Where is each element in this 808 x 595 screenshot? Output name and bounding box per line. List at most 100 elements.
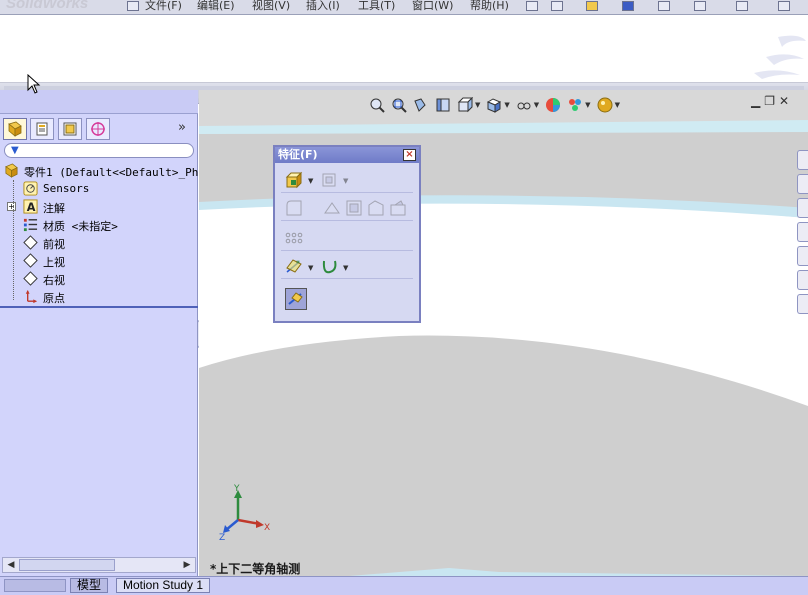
menu-window[interactable]: 窗口(W) (412, 0, 453, 13)
tree-item-sensors[interactable]: Sensors (0, 180, 198, 198)
tab-model[interactable]: 模型 (70, 578, 109, 593)
crosshair-icon (91, 122, 105, 136)
new-document-icon[interactable] (551, 1, 563, 11)
save-icon[interactable] (622, 1, 634, 11)
feature-row-2 (281, 197, 413, 221)
horizontal-scrollbar[interactable]: ◀ ▶ (2, 557, 196, 573)
tree-item-top-plane[interactable]: 上视 (0, 252, 198, 270)
heads-up-view-toolbar: ▼ ▼ ▼ ▼ ▼ (369, 96, 620, 114)
taskpane-resources-icon[interactable] (797, 174, 808, 194)
dropdown-arrow-icon[interactable]: ▼ (534, 101, 539, 109)
tree-item-material[interactable]: 材质 <未指定> (0, 216, 198, 234)
feature-toolbar-title[interactable]: 特征(F) (275, 147, 419, 163)
tree-item-right-plane[interactable]: 右视 (0, 270, 198, 288)
ds-logo-icon (754, 35, 806, 79)
tree-item-front-plane[interactable]: 前视 (0, 234, 198, 252)
svg-text:*: * (296, 259, 300, 268)
curves-icon[interactable] (321, 258, 339, 276)
annotation-icon: A (23, 199, 38, 214)
expand-tabs-button[interactable]: » (178, 120, 186, 135)
tab-scroll-controls[interactable] (4, 579, 66, 592)
zoom-area-icon[interactable] (391, 97, 407, 113)
menu-flyout-icon[interactable] (127, 1, 139, 11)
dropdown-arrow-icon[interactable]: ▼ (343, 177, 348, 185)
svg-text:A: A (27, 201, 36, 214)
scroll-thumb[interactable] (19, 559, 115, 571)
close-button[interactable]: × (403, 149, 416, 161)
section-view-icon[interactable] (435, 97, 451, 113)
menu-bar: SolidWorks 文件(F) 编辑(E) 视图(V) 插入(I) 工具(T)… (0, 0, 808, 15)
menu-edit[interactable]: 编辑(E) (197, 0, 235, 13)
dropdown-arrow-icon[interactable]: ▼ (615, 101, 620, 109)
taskpane-library-icon[interactable] (797, 198, 808, 218)
feature-row-4: * ▼ ▼ (281, 255, 413, 279)
dimxpert-tab[interactable] (86, 118, 110, 140)
dropdown-arrow-icon[interactable]: ▼ (504, 101, 509, 109)
display-style-icon[interactable] (486, 97, 502, 113)
select-icon[interactable] (736, 1, 748, 11)
view-settings-icon[interactable] (597, 97, 613, 113)
document-window-controls: ▁❐✕ (751, 94, 793, 108)
tree-item-label: 右视 (43, 274, 65, 287)
taskpane-explorer-icon[interactable] (797, 246, 808, 266)
triad-x-label: X (264, 523, 270, 533)
open-folder-icon[interactable] (586, 1, 598, 11)
rib-icon[interactable] (323, 199, 341, 217)
tree-filter-input[interactable]: ▼ (4, 143, 194, 158)
dropdown-arrow-icon[interactable]: ▼ (585, 101, 590, 109)
draft-icon[interactable] (367, 199, 385, 217)
tree-item-annotations[interactable]: + A 注解 (0, 198, 198, 216)
dome-icon[interactable] (389, 199, 407, 217)
previous-view-icon[interactable] (413, 97, 429, 113)
close-icon[interactable]: ✕ (779, 94, 793, 108)
scroll-left-icon[interactable]: ◀ (4, 559, 18, 571)
apply-scene-icon[interactable] (567, 97, 583, 113)
tree-root-part[interactable]: 零件1 (Default<<Default>_Ph (0, 162, 198, 180)
triad-y-label: Y (233, 484, 240, 494)
solidworks-window: SolidWorks 文件(F) 编辑(E) 视图(V) 插入(I) 工具(T)… (0, 0, 808, 595)
scroll-right-icon[interactable]: ▶ (180, 559, 194, 571)
dropdown-arrow-icon[interactable]: ▼ (308, 264, 313, 272)
linear-pattern-icon[interactable] (285, 230, 303, 248)
menu-tools[interactable]: 工具(T) (358, 0, 395, 13)
propertymanager-tab[interactable] (30, 118, 54, 140)
dropdown-arrow-icon[interactable]: ▼ (475, 101, 480, 109)
dropdown-arrow-icon[interactable]: ▼ (308, 177, 313, 185)
fillet-icon[interactable] (285, 199, 303, 217)
tree-item-origin[interactable]: 原点 (0, 288, 198, 306)
menu-view[interactable]: 视图(V) (252, 0, 290, 13)
pin-icon[interactable] (526, 1, 538, 11)
featuremanager-tab[interactable] (3, 118, 27, 140)
plane-icon (23, 235, 38, 250)
taskpane-toolbox-icon[interactable] (797, 222, 808, 242)
dropdown-arrow-icon[interactable]: ▼ (343, 264, 348, 272)
taskpane-appearances-icon[interactable] (797, 270, 808, 290)
taskpane-custom-properties-icon[interactable] (797, 294, 808, 314)
expand-plus-icon[interactable]: + (7, 202, 16, 211)
view-orientation-icon[interactable] (457, 97, 473, 113)
minimize-icon[interactable]: ▁ (751, 94, 764, 108)
reference-geometry-icon[interactable]: * (285, 258, 303, 276)
shell-icon[interactable] (345, 199, 363, 217)
tree-separator (0, 306, 198, 308)
tab-motion-study-1[interactable]: Motion Study 1 (116, 578, 211, 593)
zoom-to-fit-icon[interactable] (369, 97, 385, 113)
menu-insert[interactable]: 插入(I) (306, 0, 340, 13)
feature-row-3 (281, 227, 413, 251)
restore-icon[interactable]: ❐ (764, 94, 779, 108)
hide-show-items-icon[interactable] (516, 97, 532, 113)
menu-file[interactable]: 文件(F) (145, 0, 182, 13)
taskpane-home-icon[interactable] (797, 150, 808, 170)
tree-icon (8, 121, 22, 137)
extruded-boss-icon[interactable] (285, 171, 303, 189)
tree-item-label: 原点 (43, 292, 65, 305)
options-icon[interactable] (778, 1, 790, 11)
extruded-cut-icon[interactable] (321, 171, 339, 189)
undo-icon[interactable] (694, 1, 706, 11)
print-icon[interactable] (658, 1, 670, 11)
configurationmanager-tab[interactable] (58, 118, 82, 140)
instant3d-button[interactable] (285, 288, 307, 310)
feature-toolbar-window[interactable]: 特征(F) × ▼ ▼ * ▼ ▼ (273, 145, 421, 323)
menu-help[interactable]: 帮助(H) (470, 0, 509, 13)
edit-appearance-icon[interactable] (545, 97, 561, 113)
